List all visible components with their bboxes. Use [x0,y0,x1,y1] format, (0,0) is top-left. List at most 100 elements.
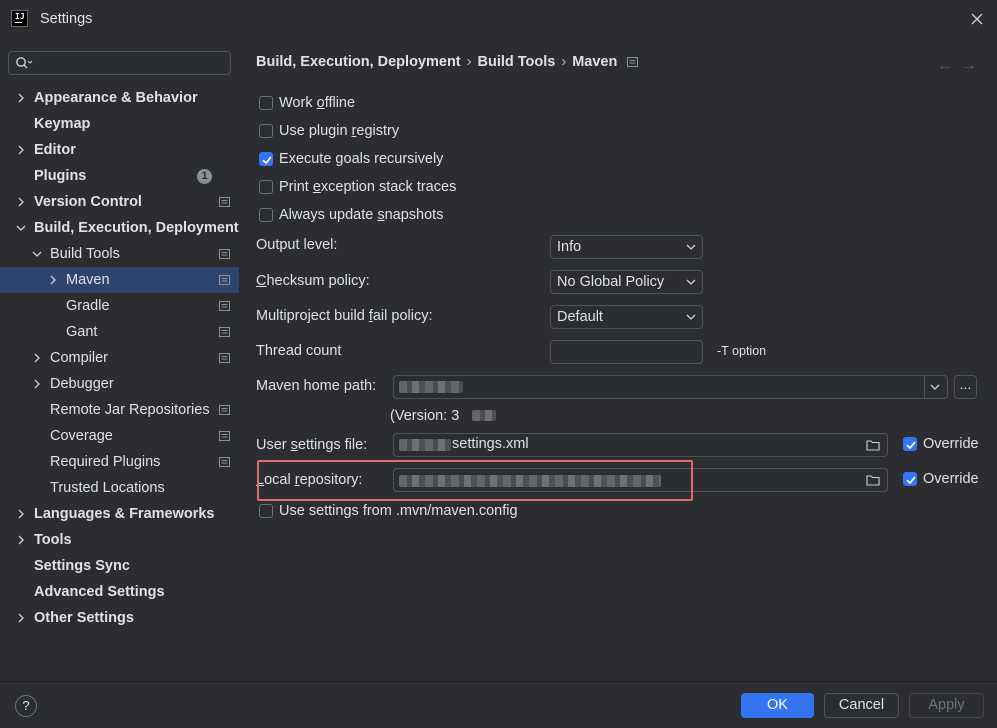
fail-policy-dropdown[interactable]: Default [550,305,703,329]
breadcrumb-item[interactable]: Build, Execution, Deployment [256,54,461,70]
sidebar-item-label: Appearance & Behavior [34,90,198,106]
sidebar-item-gradle[interactable]: Gradle [0,293,239,319]
apply-button[interactable]: Apply [909,693,984,718]
checksum-policy-label: Checksum policy: [256,273,370,289]
sidebar-item-label: Languages & Frameworks [34,506,215,522]
sidebar-item-gant[interactable]: Gant [0,319,239,345]
folder-icon[interactable] [866,474,880,486]
chevron-right-icon[interactable] [16,93,26,103]
browse-button[interactable]: ... [954,375,977,399]
dropdown-value: Info [557,239,582,255]
user-settings-input[interactable]: settings.xml [393,433,888,457]
sidebar-item-label: Trusted Locations [50,480,165,496]
chevron-right-icon[interactable] [16,145,26,155]
sidebar-item-build-tools[interactable]: Build Tools [0,241,239,267]
sidebar-item-settings-sync[interactable]: Settings Sync [0,553,239,579]
search-input[interactable] [8,51,231,75]
print-exception-stack-traces-checkbox[interactable]: Print exception stack traces [259,177,456,197]
sidebar-item-version-control[interactable]: Version Control [0,189,239,215]
maven-home-label: Maven home path: [256,378,377,394]
work-offline-checkbox[interactable]: Work offline [259,93,355,113]
sidebar-item-compiler[interactable]: Compiler [0,345,239,371]
sidebar-item-label: Maven [66,272,110,288]
sidebar-item-label: Remote Jar Repositories [50,402,210,418]
always-update-snapshots-checkbox[interactable]: Always update snapshots [259,205,443,225]
sidebar-item-maven[interactable]: Maven [0,267,239,293]
chevron-right-icon[interactable] [32,353,42,363]
sidebar-item-coverage[interactable]: Coverage [0,423,239,449]
checksum-policy-dropdown[interactable]: No Global Policy [550,270,703,294]
sidebar-item-languages-frameworks[interactable]: Languages & Frameworks [0,501,239,527]
update-count-badge: 1 [197,169,212,184]
maven-home-combo[interactable] [393,375,948,399]
checkbox-box[interactable] [259,180,273,194]
sidebar-item-editor[interactable]: Editor [0,137,239,163]
checkbox-box[interactable] [259,152,273,166]
sidebar-item-label: Gant [66,324,98,340]
sidebar-item-label: Editor [34,142,76,158]
chevron-right-icon[interactable] [16,613,26,623]
sidebar-item-plugins[interactable]: Plugins 1 [0,163,239,189]
module-scope-icon [219,301,230,311]
breadcrumb-separator: › [466,54,472,70]
checkbox-box[interactable] [259,124,273,138]
breadcrumb-item[interactable]: Build Tools [477,54,555,70]
ok-button[interactable]: OK [741,693,814,718]
chevron-down-icon[interactable] [930,384,940,391]
chevron-right-icon[interactable] [16,535,26,545]
sidebar-item-label: Debugger [50,376,114,392]
sidebar-item-build-execution-deployment[interactable]: Build, Execution, Deployment [0,215,239,241]
sidebar-item-label: Build, Execution, Deployment [34,220,239,236]
folder-icon[interactable] [866,439,880,451]
sidebar-item-label: Keymap [34,116,91,132]
checkbox-box[interactable] [259,208,273,222]
redacted-path [399,381,463,393]
sidebar-item-debugger[interactable]: Debugger [0,371,239,397]
chevron-right-icon[interactable] [16,197,26,207]
chevron-right-icon[interactable] [32,379,42,389]
checkbox-box[interactable] [903,472,917,486]
dropdown-value: Default [557,309,603,325]
sidebar-item-advanced-settings[interactable]: Advanced Settings [0,579,239,605]
close-icon[interactable] [969,11,985,27]
sidebar-item-other-settings[interactable]: Other Settings [0,605,239,631]
user-settings-override-checkbox[interactable]: Override [903,434,979,454]
chevron-right-icon[interactable] [16,509,26,519]
thread-count-input[interactable] [550,340,703,364]
sidebar-item-tools[interactable]: Tools [0,527,239,553]
forward-arrow-icon[interactable]: → [961,58,977,74]
output-level-label: Output level: [256,237,338,253]
sidebar-item-label: Gradle [66,298,110,314]
use-mvn-config-checkbox[interactable]: Use settings from .mvn/maven.config [259,501,518,521]
local-repository-override-checkbox[interactable]: Override [903,469,979,489]
sidebar-item-trusted-locations[interactable]: Trusted Locations [0,475,239,501]
fail-policy-label: Multiproject build fail policy: [256,308,433,324]
sidebar-item-appearance-behavior[interactable]: Appearance & Behavior [0,85,239,111]
help-button[interactable]: ? [15,695,37,717]
checkbox-box[interactable] [259,96,273,110]
checkbox-box[interactable] [259,504,273,518]
checkbox-label: Use plugin registry [279,123,400,139]
back-arrow-icon[interactable]: ← [937,58,953,74]
execute-goals-recursively-checkbox[interactable]: Execute goals recursively [259,149,443,169]
chevron-down-icon[interactable] [32,249,42,259]
chevron-down-icon[interactable] [16,223,26,233]
module-scope-icon [219,327,230,337]
checkbox-label: Override [923,471,979,487]
output-level-dropdown[interactable]: Info [550,235,703,259]
chevron-right-icon[interactable] [48,275,58,285]
dialog-footer: ? OK Cancel Apply [0,681,997,728]
sidebar-item-remote-jar-repositories[interactable]: Remote Jar Repositories [0,397,239,423]
checkbox-label: Work offline [279,95,356,111]
cancel-button[interactable]: Cancel [824,693,899,718]
breadcrumb-separator: › [561,54,567,70]
input-value: settings.xml [452,436,529,452]
sidebar-item-required-plugins[interactable]: Required Plugins [0,449,239,475]
use-plugin-registry-checkbox[interactable]: Use plugin registry [259,121,399,141]
checkbox-box[interactable] [903,437,917,451]
breadcrumb: Build, Execution, Deployment › Build Tools… [256,54,639,70]
app-icon-text: IJ [15,12,25,21]
search-icon [16,57,33,69]
module-scope-icon [627,57,639,67]
sidebar-item-keymap[interactable]: Keymap [0,111,239,137]
